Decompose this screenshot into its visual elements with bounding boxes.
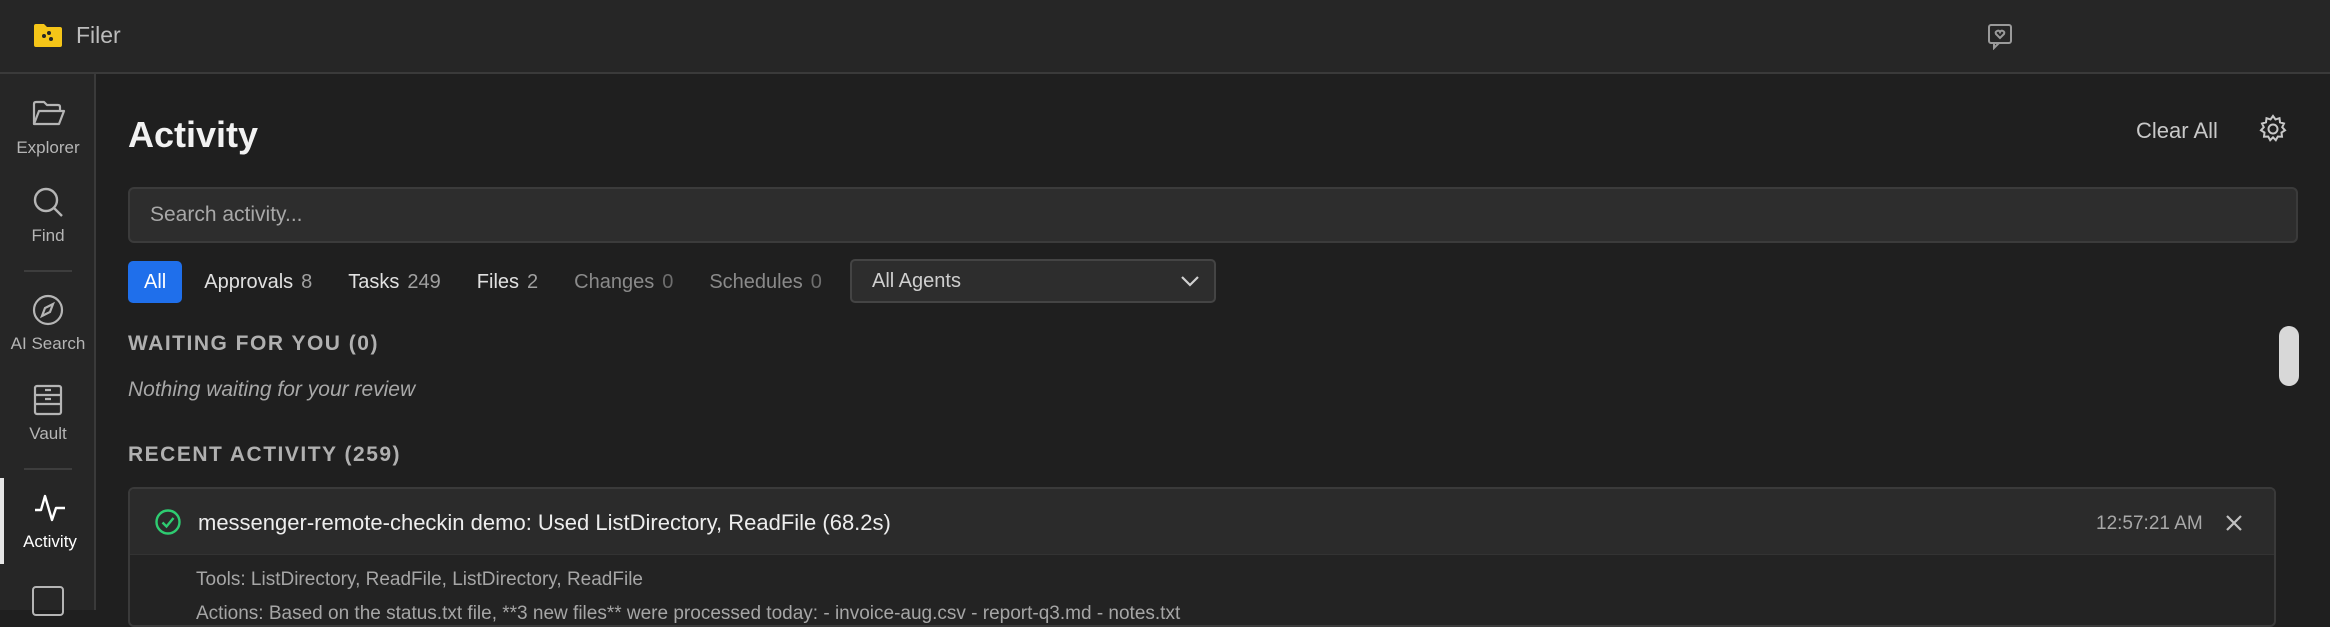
filter-all[interactable]: All	[128, 261, 183, 303]
filter-tasks[interactable]: Tasks 249	[334, 261, 455, 303]
agent-filter-select[interactable]: All Agents	[850, 259, 1216, 303]
archive-icon	[33, 384, 63, 416]
sidebar-item-label: Activity	[23, 532, 77, 551]
recent-section-heading: RECENT ACTIVITY (259)	[128, 443, 402, 466]
filter-label: Files	[476, 270, 520, 293]
feedback-icon[interactable]	[1986, 22, 2014, 50]
filter-count: 249	[407, 270, 441, 293]
filter-changes[interactable]: Changes 0	[560, 261, 687, 303]
sidebar-more-icon[interactable]	[32, 586, 64, 616]
filter-label: Approvals	[204, 270, 294, 293]
filter-label: Changes	[574, 270, 655, 293]
search-icon	[33, 187, 63, 217]
page-title: Activity	[128, 114, 259, 155]
gear-icon[interactable]	[2258, 114, 2288, 144]
activity-icon	[35, 494, 65, 522]
filter-count: 2	[527, 270, 539, 293]
activity-item-timestamp: 12:57:21 AM	[2096, 513, 2203, 534]
sidebar-item-label: Find	[31, 226, 65, 245]
filter-approvals[interactable]: Approvals 8	[190, 261, 326, 303]
filter-count: 0	[662, 270, 674, 293]
clear-all-button[interactable]: Clear All	[2136, 118, 2218, 144]
sidebar-item-find[interactable]: Find	[0, 172, 96, 258]
filter-files[interactable]: Files 2	[463, 261, 552, 303]
activity-item-tools: Tools: ListDirectory, ReadFile, ListDire…	[196, 569, 643, 590]
sidebar-divider	[24, 270, 72, 272]
app-folder-icon	[34, 24, 62, 47]
activity-item-header[interactable]: messenger-remote-checkin demo: Used List…	[130, 489, 2274, 555]
activity-item-actions: Actions: Based on the status.txt file, *…	[196, 603, 1181, 624]
sidebar-item-label: Vault	[29, 424, 67, 443]
filter-count: 8	[301, 270, 313, 293]
waiting-empty-message: Nothing waiting for your review	[128, 378, 416, 401]
filter-label: Tasks	[348, 270, 400, 293]
activity-item[interactable]: messenger-remote-checkin demo: Used List…	[128, 487, 2276, 627]
scrollbar-thumb[interactable]	[2279, 326, 2299, 386]
filter-bar: All Approvals 8 Tasks 249 Files 2 Change…	[128, 261, 844, 303]
sidebar-item-label: Explorer	[16, 138, 80, 157]
sidebar: Explorer Find AI Search Vault Activity	[0, 74, 96, 616]
success-check-icon	[155, 509, 181, 535]
waiting-section-heading: WAITING FOR YOU (0)	[128, 332, 379, 355]
filter-count: 0	[810, 270, 822, 293]
sidebar-divider	[24, 468, 72, 470]
title-bar: Filer	[0, 0, 2330, 74]
activity-item-title: messenger-remote-checkin demo: Used List…	[198, 510, 891, 535]
filter-label: All	[144, 270, 167, 293]
sidebar-item-activity[interactable]: Activity	[0, 478, 96, 564]
sidebar-item-vault[interactable]: Vault	[0, 370, 96, 456]
agent-filter-value: All Agents	[872, 269, 961, 292]
search-input[interactable]	[128, 187, 2298, 243]
folder-open-icon	[32, 100, 66, 126]
main-panel: Activity Clear All All Approvals 8 Tasks…	[98, 76, 2330, 627]
filter-label: Schedules	[709, 270, 803, 293]
chevron-down-icon	[1181, 276, 1199, 287]
sidebar-item-explorer[interactable]: Explorer	[0, 84, 96, 170]
filter-schedules[interactable]: Schedules 0	[695, 261, 836, 303]
compass-icon	[32, 294, 64, 326]
app-title: Filer	[76, 22, 121, 48]
sidebar-item-ai-search[interactable]: AI Search	[0, 280, 96, 366]
sidebar-item-label: AI Search	[10, 334, 86, 353]
close-icon[interactable]	[2224, 513, 2244, 533]
